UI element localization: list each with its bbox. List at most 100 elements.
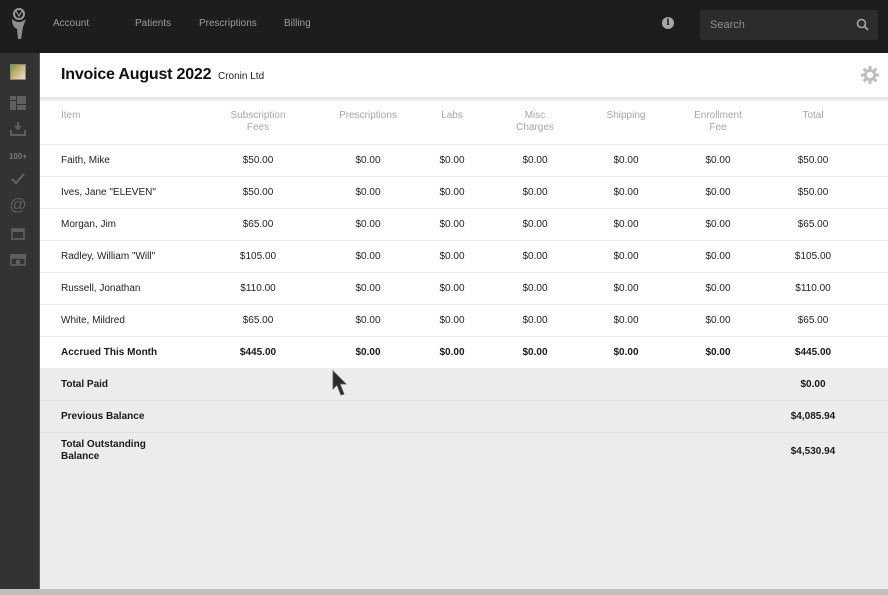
table-row[interactable]: Radley, William "Will" $105.00 $0.00 $0.00 $…: [40, 241, 888, 273]
cell-subscription-fees: $50.00: [242, 187, 274, 198]
table-row[interactable]: Ives, Jane "ELEVEN" $50.00 $0.00 $0.00 $0.00…: [40, 177, 888, 209]
column-header-prescriptions[interactable]: Prescriptions: [339, 110, 397, 122]
cell-enrollment-fee: $0.00: [705, 219, 731, 230]
dashboard-icon[interactable]: [9, 95, 27, 111]
summary-label: Total Paid: [61, 379, 108, 390]
cell-total: $445.00: [794, 347, 832, 358]
column-header-subscription-fees[interactable]: Subscription Fees: [230, 110, 285, 134]
cell-subscription-fees: $65.00: [242, 315, 274, 326]
table-row[interactable]: Faith, Mike $50.00 $0.00 $0.00 $0.00 $0.00 $0.…: [40, 145, 888, 177]
top-navigation-bar: Account Patients Prescriptions Billing i: [0, 0, 888, 53]
cell-shipping: $0.00: [613, 315, 639, 326]
invoice-table: Item Subscription Fees Prescriptions Labs Mis…: [40, 101, 888, 471]
column-header-total[interactable]: Total: [802, 110, 823, 122]
cell-shipping: $0.00: [613, 283, 639, 294]
table-row[interactable]: White, Mildred $65.00 $0.00 $0.00 $0.00 $0.00…: [40, 305, 888, 337]
column-header-line2: Charges: [516, 122, 554, 133]
column-header-enrollment-fee[interactable]: Enrollment Fee: [694, 110, 742, 134]
cell-labs: $0.00: [439, 283, 465, 294]
cell-total: $50.00: [797, 155, 829, 166]
table-row[interactable]: Morgan, Jim $65.00 $0.00 $0.00 $0.00 $0.00 $0.…: [40, 209, 888, 241]
nav-patients[interactable]: Patients: [135, 18, 171, 29]
summary-label-line1: Previous Balance: [61, 411, 145, 422]
column-header-item[interactable]: Item: [61, 110, 80, 122]
cell-total: $65.00: [797, 315, 829, 326]
cell-subscription-fees: $110.00: [240, 283, 276, 294]
nav-billing[interactable]: Billing: [284, 18, 311, 29]
cell-total: $50.00: [797, 187, 829, 198]
column-header-line1: Subscription: [230, 110, 286, 121]
search-input[interactable]: [710, 17, 850, 33]
summary-value: $0.00: [800, 379, 826, 390]
summary-value: $4,085.94: [790, 411, 836, 422]
cell-item: Radley, William "Will": [61, 251, 156, 262]
summary-value: $4,530.94: [790, 446, 836, 457]
cell-enrollment-fee: $0.00: [705, 283, 731, 294]
company-name: Cronin Ltd: [218, 71, 265, 82]
cell-enrollment-fee: $0.00: [705, 251, 731, 262]
check-icon[interactable]: [9, 171, 27, 187]
app-logo-icon[interactable]: [8, 7, 30, 41]
cell-shipping: $0.00: [613, 155, 639, 166]
cell-total: $65.00: [797, 219, 829, 230]
cell-item: Ives, Jane "ELEVEN": [61, 187, 156, 198]
column-header-line1: Item: [61, 110, 81, 121]
summary-row: Previous Balance $4,085.94: [40, 401, 888, 433]
summary-label: Total Outstanding Balance: [61, 439, 146, 463]
cell-enrollment-fee: $0.00: [705, 187, 731, 198]
invoice-header: Invoice August 2022 Cronin Ltd: [40, 53, 888, 99]
search-icon[interactable]: [856, 18, 869, 31]
cell-prescriptions: $0.00: [355, 283, 381, 294]
column-header-line1: Total: [802, 110, 824, 121]
at-icon[interactable]: @: [9, 195, 27, 214]
page-title: Invoice August 2022: [61, 66, 212, 83]
cell-total: $110.00: [795, 283, 831, 294]
cell-shipping: $0.00: [613, 219, 639, 230]
column-header-line1: Enrollment: [694, 110, 742, 121]
accrued-this-month-row: Accrued This Month $445.00 $0.00 $0.00 $0.00…: [40, 337, 888, 369]
cell-misc-charges: $0.00: [522, 155, 548, 166]
cell-prescriptions: $0.00: [355, 315, 381, 326]
info-icon[interactable]: i: [662, 17, 674, 29]
cell-misc-charges: $0.00: [522, 219, 548, 230]
cell-labs: $0.00: [439, 187, 465, 198]
nav-prescriptions[interactable]: Prescriptions: [199, 18, 257, 29]
sidebar: 100+ @: [0, 53, 39, 589]
cell-prescriptions: $0.00: [355, 187, 381, 198]
cell-labs: $0.00: [439, 315, 465, 326]
cell-misc-charges: $0.00: [522, 347, 548, 358]
store-icon[interactable]: [9, 251, 27, 267]
bottom-bar: [0, 589, 888, 595]
cell-misc-charges: $0.00: [522, 187, 548, 198]
column-header-line1: Misc: [524, 110, 546, 121]
cell-shipping: $0.00: [613, 251, 639, 262]
cell-misc-charges: $0.00: [522, 315, 548, 326]
cell-item: Morgan, Jim: [61, 219, 117, 230]
gear-icon[interactable]: [861, 66, 879, 84]
summary-label: Previous Balance: [61, 411, 144, 422]
cell-enrollment-fee: $0.00: [705, 347, 731, 358]
cell-shipping: $0.00: [613, 347, 639, 358]
column-header-misc-charges[interactable]: Misc Charges: [516, 110, 554, 134]
calendar-icon[interactable]: [9, 225, 27, 241]
search-box[interactable]: [700, 10, 878, 40]
download-icon[interactable]: [9, 121, 27, 137]
column-header-labs[interactable]: Labs: [441, 110, 463, 122]
summary-label-line1: Total Paid: [61, 379, 109, 390]
table-row[interactable]: Russell, Jonathan $110.00 $0.00 $0.00 $0.00 $…: [40, 273, 888, 305]
cell-item: Russell, Jonathan: [61, 283, 141, 294]
cell-shipping: $0.00: [613, 187, 639, 198]
summary-label-line2: Balance: [61, 451, 100, 462]
column-header-line1: Prescriptions: [339, 110, 397, 121]
avatar[interactable]: [10, 64, 26, 80]
cell-misc-charges: $0.00: [522, 283, 548, 294]
cell-subscription-fees: $50.00: [242, 155, 274, 166]
nav-account[interactable]: Account: [53, 18, 89, 29]
cell-enrollment-fee: $0.00: [705, 155, 731, 166]
column-header-shipping[interactable]: Shipping: [607, 110, 646, 122]
100-plus-icon[interactable]: 100+: [7, 148, 29, 164]
cell-labs: $0.00: [439, 347, 465, 358]
column-header-line2: Fee: [709, 122, 727, 133]
cell-prescriptions: $0.00: [355, 251, 381, 262]
cell-misc-charges: $0.00: [522, 251, 548, 262]
